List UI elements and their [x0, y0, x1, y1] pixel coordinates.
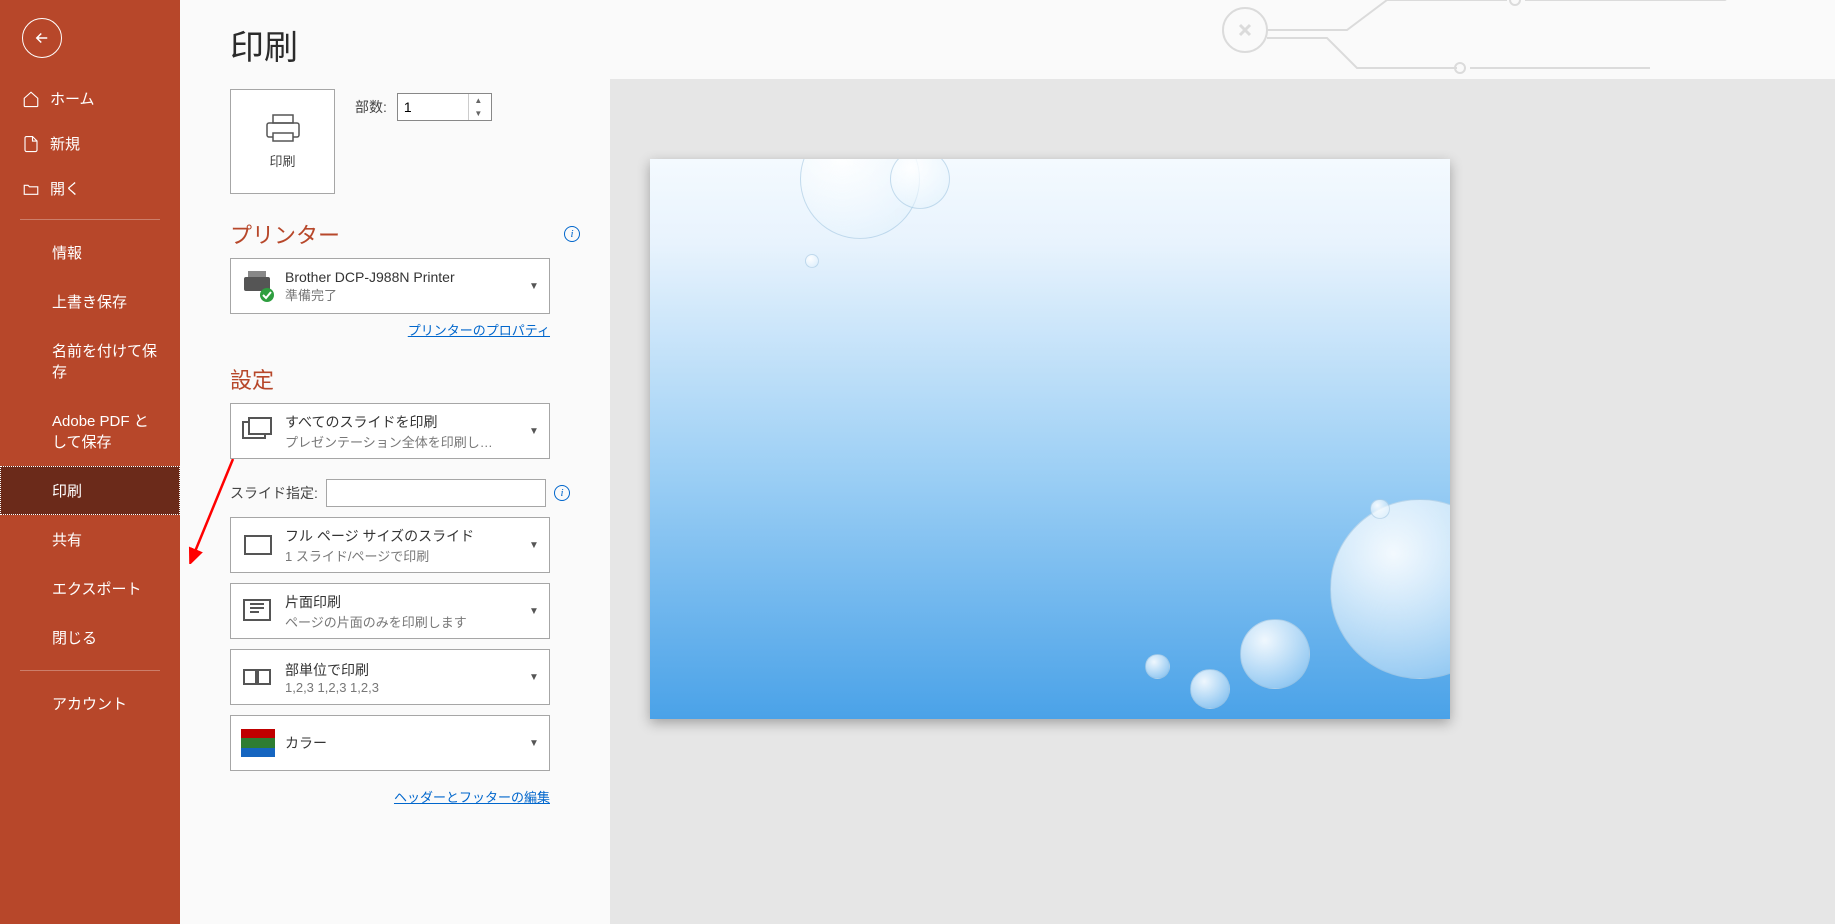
sides-title: 片面印刷 — [285, 592, 523, 612]
sidebar-item-label: 閉じる — [52, 627, 97, 648]
header-footer-link[interactable]: ヘッダーとフッターの編集 — [230, 787, 550, 806]
printer-ready-icon — [239, 267, 277, 305]
printer-section-title: プリンター — [230, 218, 340, 250]
slide-spec-label: スライド指定: — [230, 483, 318, 503]
printer-properties-link[interactable]: プリンターのプロパティ — [230, 320, 550, 339]
sidebar-item-label: ホーム — [50, 88, 95, 109]
layout-title: フル ページ サイズのスライド — [285, 526, 523, 546]
print-button-label: 印刷 — [269, 151, 295, 170]
sidebar-item-label: 名前を付けて保存 — [52, 340, 158, 382]
chevron-down-icon: ▼ — [529, 281, 541, 292]
sidebar-item-adobe-pdf[interactable]: Adobe PDF として保存 — [0, 396, 180, 466]
sidebar-item-save-as[interactable]: 名前を付けて保存 — [0, 326, 180, 396]
sidebar-divider — [20, 670, 160, 671]
sidebar-item-label: 新規 — [50, 133, 80, 154]
color-icon — [239, 724, 277, 762]
sidebar-item-save[interactable]: 上書き保存 — [0, 277, 180, 326]
collate-title: 部単位で印刷 — [285, 660, 523, 680]
settings-section-title: 設定 — [230, 363, 274, 395]
collate-icon — [239, 658, 277, 696]
sidebar-item-label: 上書き保存 — [52, 291, 127, 312]
sidebar-item-close[interactable]: 閉じる — [0, 613, 180, 662]
sidebar-item-label: 情報 — [52, 242, 82, 263]
chevron-down-icon: ▼ — [529, 606, 541, 617]
slide-range-sub: プレゼンテーション全体を印刷し… — [285, 432, 523, 451]
sidebar-item-label: Adobe PDF として保存 — [52, 410, 158, 452]
back-arrow-icon — [33, 29, 51, 47]
color-title: カラー — [285, 733, 523, 753]
printer-icon — [263, 113, 303, 143]
full-page-slide-icon — [239, 526, 277, 564]
copies-spinner[interactable]: ▲ ▼ — [397, 93, 492, 121]
sidebar-item-label: エクスポート — [52, 578, 142, 599]
chevron-down-icon: ▼ — [529, 672, 541, 683]
copies-down-button[interactable]: ▼ — [469, 107, 488, 120]
sidebar-item-label: 印刷 — [52, 480, 82, 501]
layout-sub: 1 スライド/ページで印刷 — [285, 546, 523, 565]
folder-open-icon — [22, 180, 40, 198]
copies-label: 部数: — [355, 97, 387, 117]
print-button[interactable]: 印刷 — [230, 89, 335, 194]
sidebar-item-export[interactable]: エクスポート — [0, 564, 180, 613]
sides-sub: ページの片面のみを印刷します — [285, 612, 523, 631]
slide-preview — [650, 159, 1450, 719]
new-file-icon — [22, 135, 40, 153]
back-button[interactable] — [22, 18, 62, 58]
sidebar-item-new[interactable]: 新規 — [0, 121, 180, 166]
single-sided-icon — [239, 592, 277, 630]
color-dropdown[interactable]: カラー ▼ — [230, 715, 550, 771]
slide-range-title: すべてのスライドを印刷 — [285, 412, 523, 432]
sidebar-item-label: 開く — [50, 178, 80, 199]
chevron-down-icon: ▼ — [529, 540, 541, 551]
print-preview-area — [610, 79, 1835, 924]
collate-dropdown[interactable]: 部単位で印刷 1,2,3 1,2,3 1,2,3 ▼ — [230, 649, 550, 705]
copies-input[interactable] — [398, 97, 468, 117]
sides-dropdown[interactable]: 片面印刷 ページの片面のみを印刷します ▼ — [230, 583, 550, 639]
sidebar-item-label: 共有 — [52, 529, 82, 550]
home-icon — [22, 90, 40, 108]
slide-spec-input[interactable] — [326, 479, 546, 507]
page-title: 印刷 — [230, 20, 298, 69]
printer-name: Brother DCP-J988N Printer — [285, 269, 523, 285]
sidebar-item-print[interactable]: 印刷 — [0, 466, 180, 515]
printer-dropdown[interactable]: Brother DCP-J988N Printer 準備完了 ▼ — [230, 258, 550, 314]
info-icon[interactable]: i — [564, 226, 580, 242]
collate-sub: 1,2,3 1,2,3 1,2,3 — [285, 680, 523, 695]
sidebar-item-open[interactable]: 開く — [0, 166, 180, 211]
chevron-down-icon: ▼ — [529, 738, 541, 749]
layout-dropdown[interactable]: フル ページ サイズのスライド 1 スライド/ページで印刷 ▼ — [230, 517, 550, 573]
sidebar-divider — [20, 219, 160, 220]
chevron-down-icon: ▼ — [529, 426, 541, 437]
sidebar-item-label: アカウント — [52, 693, 127, 714]
sidebar-item-info[interactable]: 情報 — [0, 228, 180, 277]
slides-all-icon — [239, 412, 277, 450]
printer-status: 準備完了 — [285, 285, 523, 304]
sidebar-item-share[interactable]: 共有 — [0, 515, 180, 564]
sidebar-item-account[interactable]: アカウント — [0, 679, 180, 728]
sidebar-item-home[interactable]: ホーム — [0, 76, 180, 121]
info-icon[interactable]: i — [554, 485, 570, 501]
slide-range-dropdown[interactable]: すべてのスライドを印刷 プレゼンテーション全体を印刷し… ▼ — [230, 403, 550, 459]
copies-up-button[interactable]: ▲ — [469, 94, 488, 107]
